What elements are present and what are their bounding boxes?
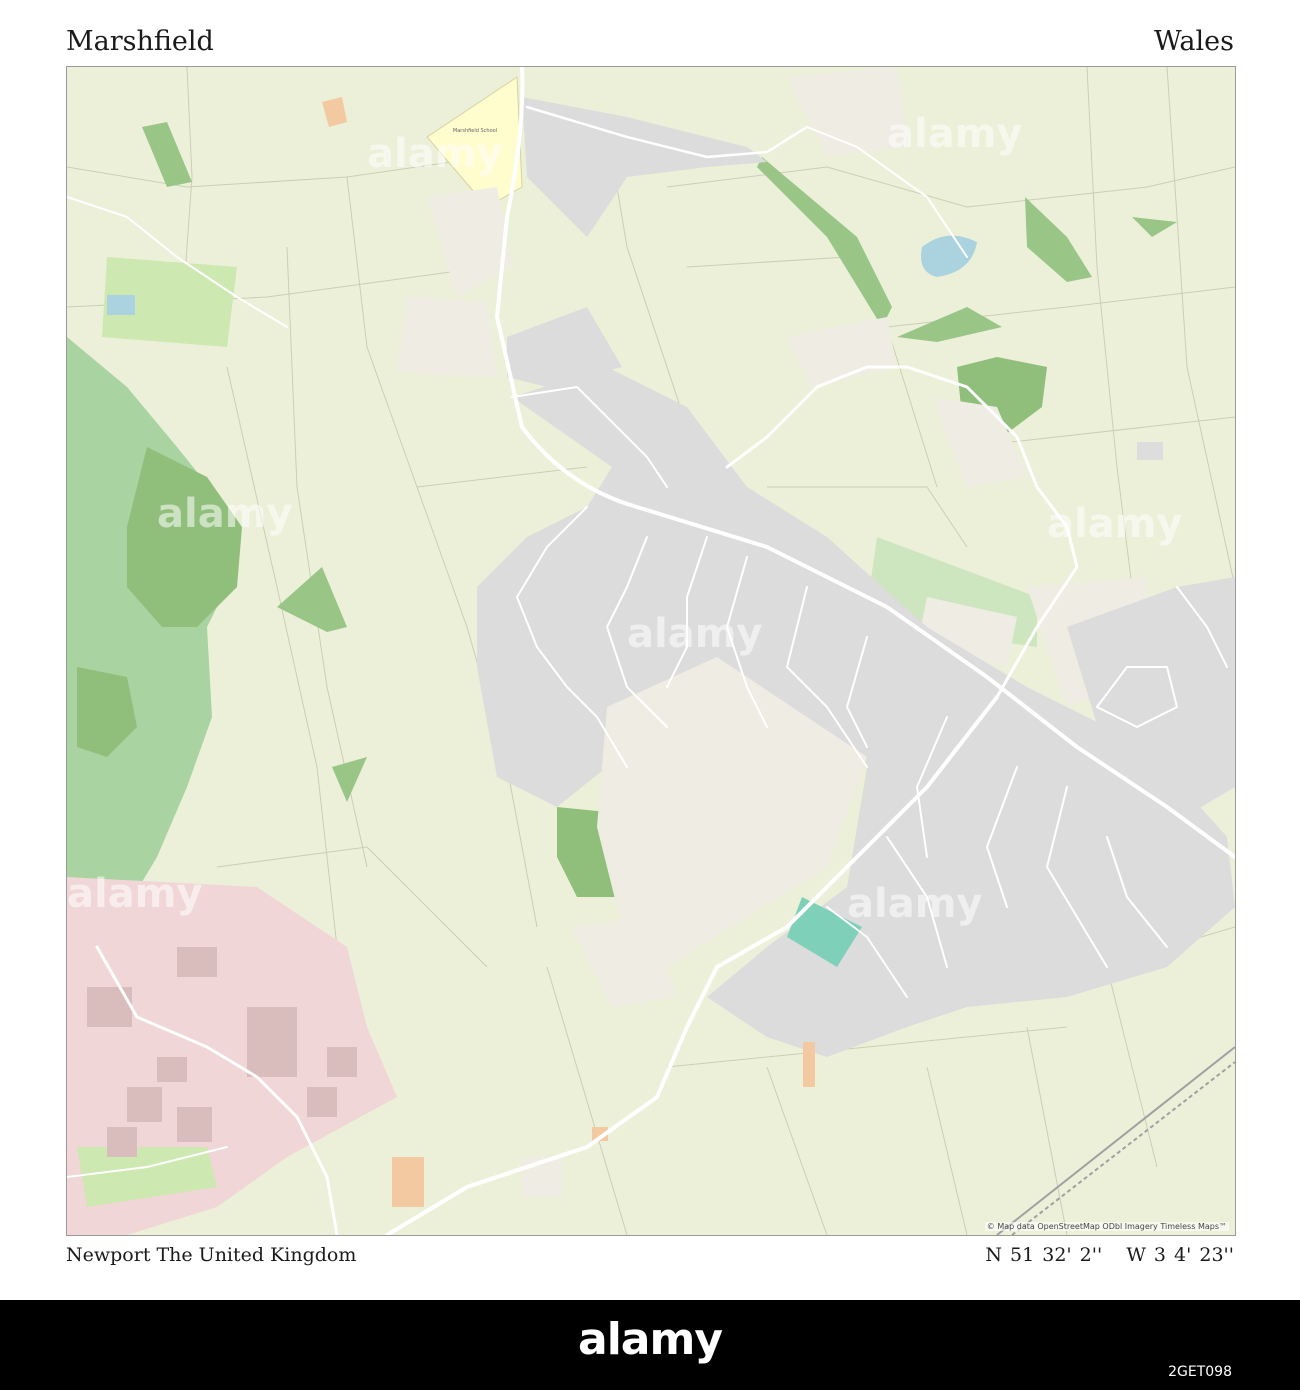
building-east: [1137, 442, 1163, 460]
map-attribution: © Map data OpenStreetMap ODbl Imagery Ti…: [984, 1222, 1229, 1231]
map-canvas[interactable]: Marshfield School alamy alamy alamy alam…: [66, 66, 1236, 1236]
longitude-label: W 3 4' 23'': [1126, 1244, 1234, 1266]
brand-logo: alamy: [578, 1314, 723, 1365]
map-subtitle: Newport The United Kingdom: [66, 1244, 357, 1266]
open-ground-2: [397, 297, 497, 377]
watermark-1: alamy: [367, 131, 502, 177]
allotment-south: [803, 1042, 815, 1087]
map-title: Marshfield: [66, 26, 214, 57]
image-id: 2GET098: [1168, 1364, 1232, 1380]
map-svg: Marshfield School alamy alamy alamy alam…: [67, 67, 1235, 1235]
allotment-sw: [392, 1157, 424, 1207]
watermark-4: alamy: [627, 611, 762, 657]
stock-footer: alamy 2GET098: [0, 1300, 1300, 1390]
watermark-3: alamy: [157, 491, 292, 537]
watermark-5: alamy: [1047, 501, 1182, 547]
map-region: Wales: [1154, 26, 1234, 57]
watermark-7: alamy: [847, 881, 982, 927]
pool-nw: [107, 295, 135, 315]
latitude-label: N 51 32' 2'': [985, 1244, 1103, 1266]
watermark-6: alamy: [67, 871, 202, 917]
map-coordinates: N 51 32' 2'' W 3 4' 23'': [985, 1244, 1234, 1266]
watermark-2: alamy: [887, 111, 1022, 157]
